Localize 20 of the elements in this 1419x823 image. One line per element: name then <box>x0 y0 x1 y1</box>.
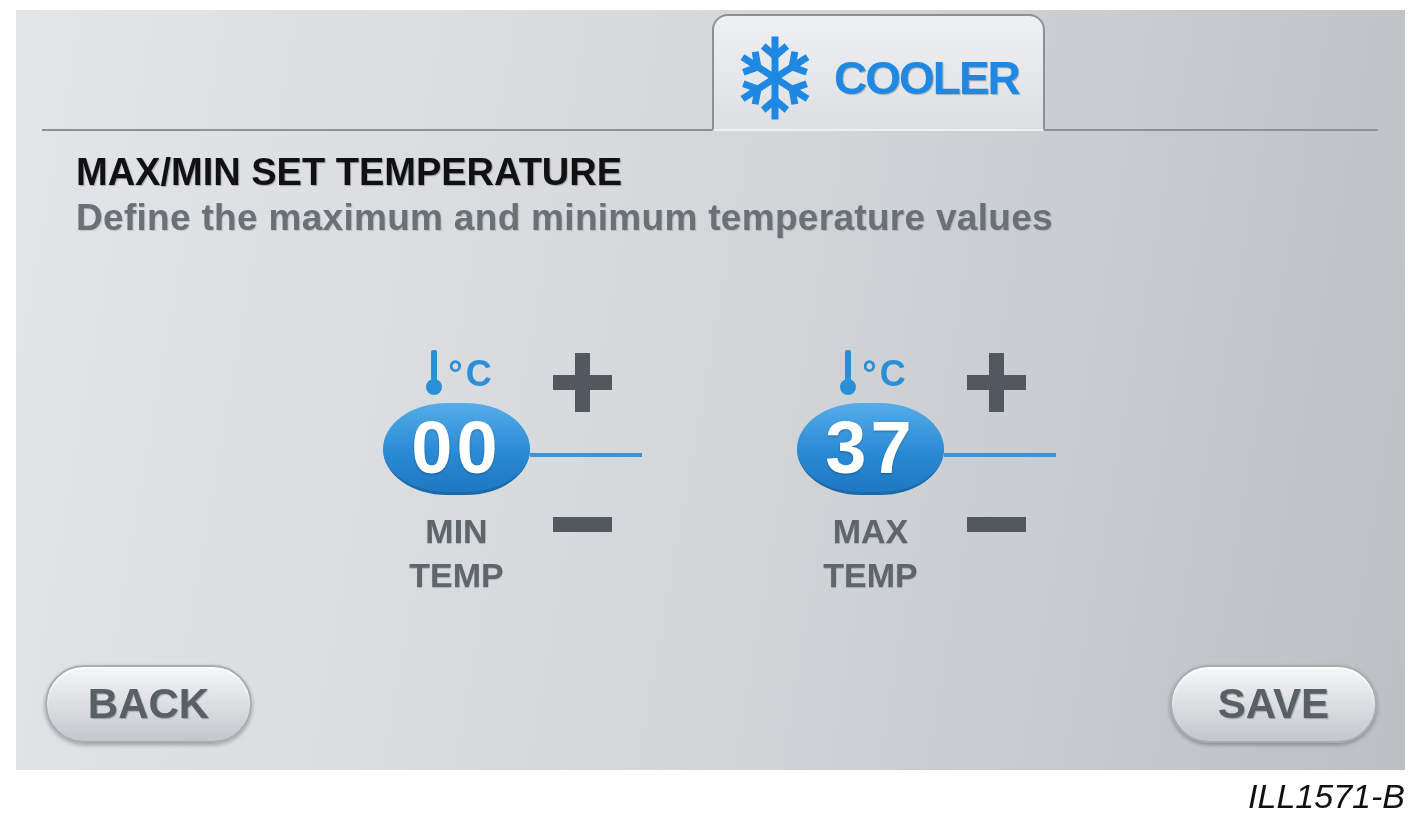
back-button[interactable]: BACK <box>45 665 252 743</box>
temperature-value: 37 <box>797 403 944 495</box>
plus-icon <box>967 353 1026 412</box>
page-subtitle: Define the maximum and minimum temperature values <box>76 196 1053 240</box>
plus-icon <box>553 353 612 412</box>
thermometer-icon <box>840 350 857 395</box>
minus-icon <box>553 517 612 532</box>
figure-caption: ILL1571-B <box>1248 776 1405 816</box>
minus-icon <box>967 517 1026 532</box>
thermometer-icon <box>426 350 443 395</box>
tab[interactable]: COOLER <box>712 14 1045 131</box>
save-button[interactable]: SAVE <box>1170 665 1377 743</box>
unit-label: °C <box>862 354 909 394</box>
page-title: MAX/MIN SET TEMPERATURE <box>76 150 623 194</box>
setting-label: MAX TEMP <box>823 511 918 596</box>
temperature-value: 00 <box>383 403 530 495</box>
unit-label: °C <box>448 354 495 394</box>
setting-label: MIN TEMP <box>409 511 504 596</box>
increase-button[interactable] <box>967 353 1026 412</box>
increase-button[interactable] <box>553 353 612 412</box>
